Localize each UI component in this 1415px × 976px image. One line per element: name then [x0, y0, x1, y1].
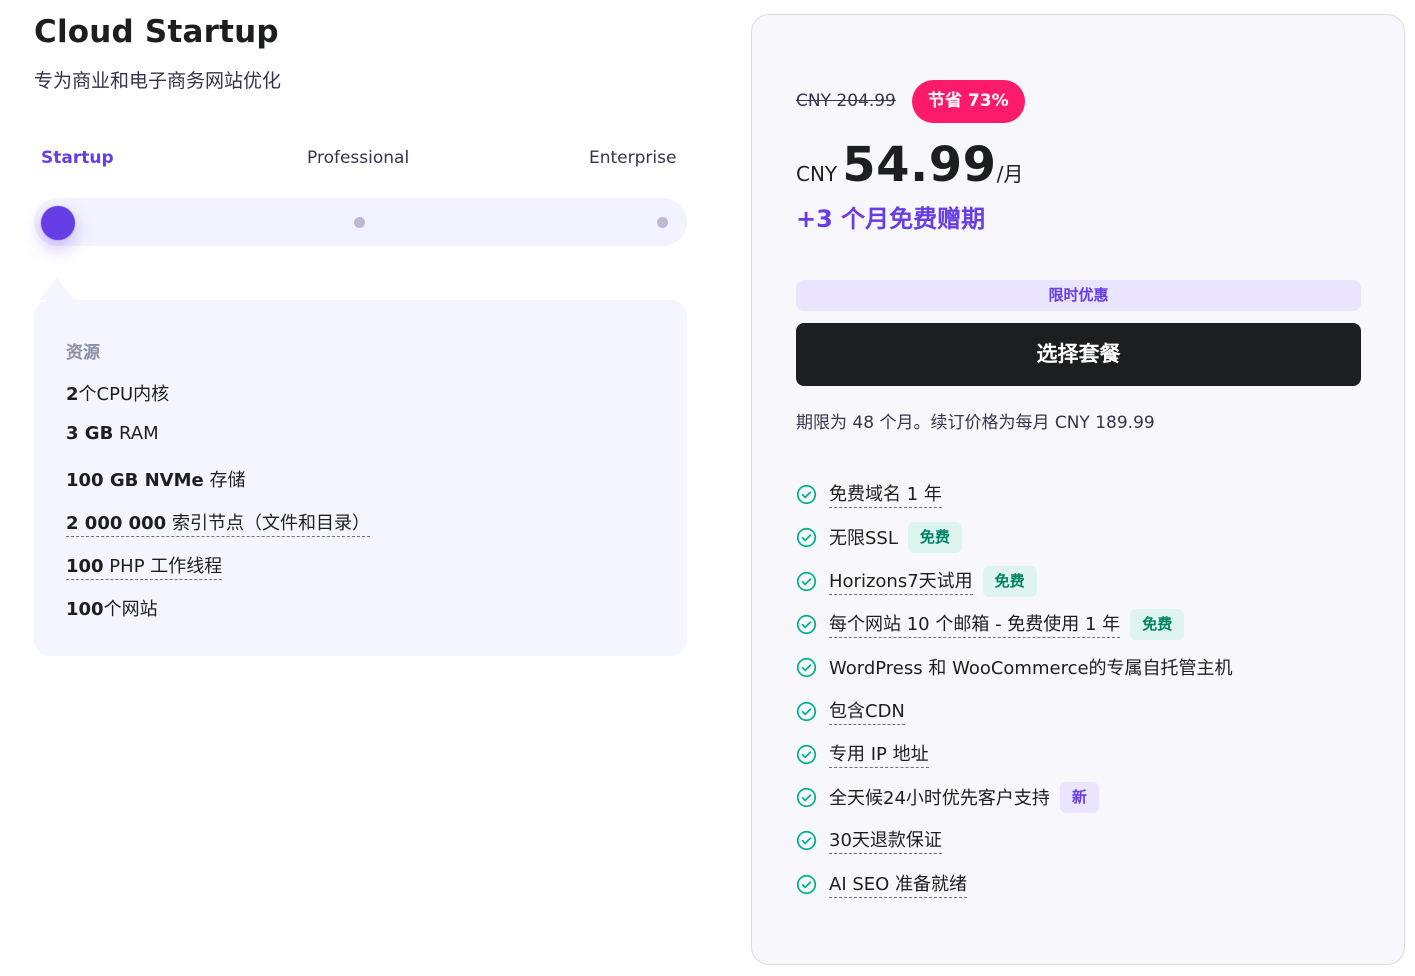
pricing-card: CNY 204.99 节省 73% CNY 54.99/月 +3 个月免费赠期 … — [751, 14, 1405, 965]
list-item: Horizons7天试用 免费 — [796, 565, 1037, 597]
check-circle-icon — [796, 657, 817, 677]
discount-badge: 节省 73% — [912, 80, 1025, 123]
list-item: 30天退款保证 — [796, 825, 942, 855]
resource-php-workers[interactable]: 100 PHP 工作线程 — [66, 552, 223, 580]
plan-details: Cloud Startup 专为商业和电子商务网站优化 Startup Prof… — [34, 14, 688, 656]
list-item: 专用 IP 地址 — [796, 739, 929, 769]
list-item: 每个网站 10 个邮箱 - 免费使用 1 年 免费 — [796, 608, 1185, 640]
feature-label: WordPress 和 WooCommerce的专属自托管主机 — [829, 658, 1233, 679]
plan-title: Cloud Startup — [34, 14, 279, 50]
original-price: CNY 204.99 — [796, 91, 896, 111]
check-circle-icon — [796, 701, 817, 721]
list-item: WordPress 和 WooCommerce的专属自托管主机 — [796, 652, 1233, 682]
feature-label[interactable]: AI SEO 准备就绪 — [829, 870, 968, 898]
bonus-months: +3 个月免费赠期 — [796, 205, 986, 233]
check-circle-icon — [796, 614, 817, 634]
slider-stop-professional[interactable] — [354, 217, 365, 228]
feature-label: 全天候24小时优先客户支持 — [829, 788, 1050, 809]
check-circle-icon — [796, 787, 817, 807]
term-note: 期限为 48 个月。续订价格为每月 CNY 189.99 — [796, 413, 1155, 433]
resource-cpu: 2个CPU内核 — [66, 384, 170, 405]
current-price: CNY 54.99/月 — [796, 137, 1023, 193]
resource-websites: 100个网站 — [66, 599, 158, 620]
feature-label[interactable]: 包含CDN — [829, 697, 905, 725]
resource-ram: 3 GB RAM — [66, 423, 159, 444]
tab-professional[interactable]: Professional — [307, 148, 409, 168]
check-circle-icon — [796, 874, 817, 894]
new-badge: 新 — [1059, 781, 1099, 813]
limited-offer-label: 限时优惠 — [796, 280, 1361, 311]
list-item: 无限SSL 免费 — [796, 521, 962, 553]
feature-label[interactable]: 专用 IP 地址 — [829, 740, 929, 768]
feature-label[interactable]: Horizons7天试用 — [829, 567, 973, 595]
free-badge: 免费 — [982, 565, 1037, 597]
choose-plan-button[interactable]: 选择套餐 — [796, 323, 1361, 386]
tier-slider[interactable] — [34, 198, 687, 246]
check-circle-icon — [796, 744, 817, 764]
plan-subtitle: 专为商业和电子商务网站优化 — [34, 70, 282, 92]
feature-label: 无限SSL — [829, 528, 898, 549]
resource-inodes[interactable]: 2 000 000 索引节点（文件和目录） — [66, 509, 370, 537]
slider-handle[interactable] — [41, 206, 75, 240]
free-badge: 免费 — [1130, 608, 1185, 640]
check-circle-icon — [796, 484, 817, 504]
pricing-page: Cloud Startup 专为商业和电子商务网站优化 Startup Prof… — [0, 0, 1415, 976]
price-unit: /月 — [996, 162, 1024, 186]
price-currency: CNY — [796, 162, 838, 186]
check-circle-icon — [796, 830, 817, 850]
slider-stop-enterprise[interactable] — [657, 217, 668, 228]
feature-label[interactable]: 30天退款保证 — [829, 826, 942, 854]
tab-startup[interactable]: Startup — [41, 148, 114, 168]
check-circle-icon — [796, 571, 817, 591]
resources-panel: 资源 2个CPU内核 3 GB RAM 100 GB NVMe 存储 2 000… — [34, 278, 687, 656]
list-item: AI SEO 准备就绪 — [796, 869, 968, 899]
resources-heading: 资源 — [66, 343, 100, 363]
tier-tabs: Startup Professional Enterprise — [34, 148, 688, 172]
feature-label[interactable]: 免费域名 1 年 — [829, 480, 942, 508]
list-item: 全天候24小时优先客户支持 新 — [796, 781, 1099, 813]
resource-storage: 100 GB NVMe 存储 — [66, 470, 246, 491]
list-item: 免费域名 1 年 — [796, 479, 942, 509]
price-amount: 54.99 — [842, 137, 997, 193]
list-item: 包含CDN — [796, 696, 905, 726]
tab-enterprise[interactable]: Enterprise — [589, 148, 676, 168]
free-badge: 免费 — [907, 521, 962, 553]
feature-label[interactable]: 每个网站 10 个邮箱 - 免费使用 1 年 — [829, 610, 1121, 638]
check-circle-icon — [796, 527, 817, 547]
panel-pointer — [40, 278, 74, 300]
